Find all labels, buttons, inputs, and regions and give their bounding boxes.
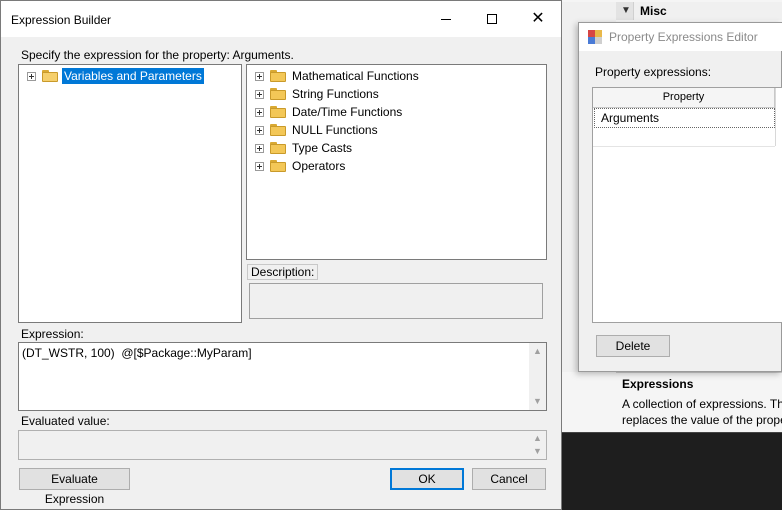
folder-icon: [270, 124, 286, 136]
chevron-down-icon: ▼: [621, 5, 631, 16]
tree-node-label[interactable]: NULL Functions: [290, 122, 380, 138]
maximize-button[interactable]: [469, 1, 515, 37]
eb-titlebar[interactable]: Expression Builder ✕: [1, 1, 561, 37]
instruction-text: Specify the expression for the property:…: [21, 48, 294, 62]
expand-icon[interactable]: [27, 71, 36, 81]
scroll-up-icon[interactable]: ▲: [529, 343, 546, 360]
expression-label: Expression:: [21, 327, 84, 341]
misc-category-row: [562, 2, 782, 20]
column-divider: [775, 88, 776, 146]
minimize-icon: [441, 18, 451, 20]
expression-text[interactable]: (DT_WSTR, 100) @[$Package::MyParam]: [22, 346, 252, 360]
close-button[interactable]: ✕: [515, 1, 561, 37]
description-box: [249, 283, 543, 319]
variables-tree: Variables and Parameters: [18, 64, 242, 323]
dialog-title: Expression Builder: [11, 13, 112, 27]
description-line: A collection of expressions. Th: [622, 397, 782, 411]
expand-icon[interactable]: [255, 107, 264, 117]
folder-open-icon: [42, 70, 58, 82]
tree-node-label[interactable]: Operators: [290, 158, 347, 174]
ok-button[interactable]: OK: [390, 468, 464, 490]
pee-titlebar[interactable]: Property Expressions Editor: [579, 23, 782, 51]
tree-node-math[interactable]: Mathematical Functions: [255, 67, 421, 85]
tree-node-operators[interactable]: Operators: [255, 157, 347, 175]
expand-icon[interactable]: [255, 71, 264, 81]
expression-builder-dialog: Expression Builder ✕ Specify the express…: [0, 0, 562, 510]
properties-description-text: A collection of expressions. Th replaces…: [622, 396, 782, 428]
tree-node-label[interactable]: Date/Time Functions: [290, 104, 404, 120]
row-divider: [593, 146, 775, 147]
app-icon: [588, 30, 602, 44]
expression-scrollbar[interactable]: ▲ ▼: [529, 343, 546, 410]
tree-node-label[interactable]: Type Casts: [290, 140, 354, 156]
evaluated-scrollbar[interactable]: ▲ ▼: [529, 431, 546, 459]
description-line: replaces the value of the prope: [622, 413, 782, 427]
scroll-down-icon[interactable]: ▼: [529, 393, 546, 410]
expand-icon[interactable]: [255, 125, 264, 135]
folder-icon: [270, 88, 286, 100]
tree-node-datetime[interactable]: Date/Time Functions: [255, 103, 404, 121]
property-expressions-editor-window: Property Expressions Editor Property exp…: [578, 22, 782, 372]
maximize-icon: [487, 14, 497, 24]
tree-node-null[interactable]: NULL Functions: [255, 121, 380, 139]
tree-node-label[interactable]: Mathematical Functions: [290, 68, 421, 84]
properties-description-title: Expressions: [622, 377, 694, 391]
pee-title: Property Expressions Editor: [609, 30, 758, 44]
misc-collapse-toggle[interactable]: ▼: [616, 2, 634, 20]
expression-input[interactable]: (DT_WSTR, 100) @[$Package::MyParam] ▲ ▼: [18, 342, 547, 411]
tree-node-variables[interactable]: Variables and Parameters: [27, 67, 204, 85]
delete-button[interactable]: Delete: [596, 335, 670, 357]
evaluated-value-label: Evaluated value:: [21, 414, 110, 428]
expand-icon[interactable]: [255, 143, 264, 153]
folder-icon: [270, 106, 286, 118]
tree-node-typecasts[interactable]: Type Casts: [255, 139, 354, 157]
tree-node-string[interactable]: String Functions: [255, 85, 381, 103]
background-bottom-area: [562, 432, 782, 510]
minimize-button[interactable]: [423, 1, 469, 37]
scroll-down-icon[interactable]: ▼: [529, 444, 546, 459]
evaluate-expression-button[interactable]: Evaluate Expression: [19, 468, 130, 506]
evaluated-value-box: ▲ ▼: [18, 430, 547, 460]
functions-tree: Mathematical Functions String Functions …: [246, 64, 547, 260]
property-cell[interactable]: Arguments: [594, 108, 775, 128]
description-label: Description:: [247, 264, 319, 280]
expand-icon[interactable]: [255, 89, 264, 99]
folder-icon: [270, 142, 286, 154]
folder-icon: [270, 160, 286, 172]
folder-icon: [270, 70, 286, 82]
tree-node-label[interactable]: String Functions: [290, 86, 381, 102]
cancel-button[interactable]: Cancel: [472, 468, 546, 490]
property-expressions-label: Property expressions:: [595, 65, 712, 79]
expand-icon[interactable]: [255, 161, 264, 171]
property-column-header[interactable]: Property: [593, 88, 775, 108]
property-expressions-grid: Property Arguments: [592, 87, 782, 323]
tree-node-label[interactable]: Variables and Parameters: [62, 68, 204, 84]
close-icon: ✕: [531, 10, 545, 27]
misc-category-label: Misc: [640, 4, 667, 18]
